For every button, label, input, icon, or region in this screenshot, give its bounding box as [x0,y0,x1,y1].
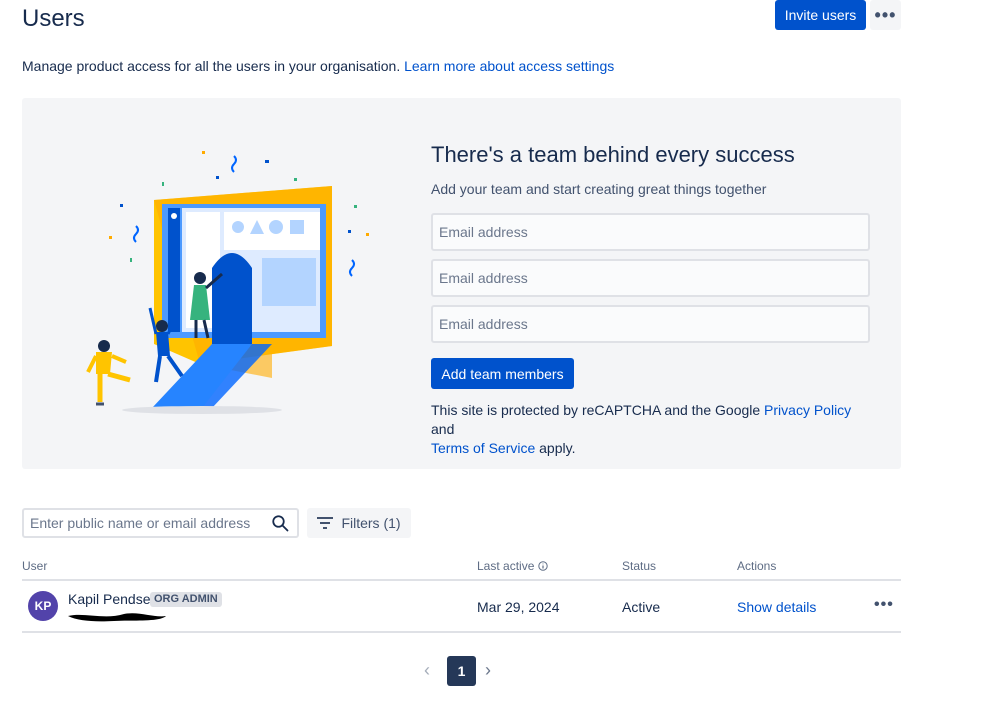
more-icon: ••• [874,4,897,25]
chevron-right-icon: › [485,660,491,680]
more-icon: ••• [874,596,894,613]
captcha-and: and [431,421,455,437]
pagination-page[interactable]: 1 [447,656,476,686]
privacy-policy-link[interactable]: Privacy Policy [764,402,851,418]
email-field-3[interactable] [431,305,870,343]
access-settings-link[interactable]: Learn more about access settings [404,58,614,74]
avatar: KP [28,591,58,621]
invite-description: Add your team and start creating great t… [431,181,767,197]
last-active-cell: Mar 29, 2024 [477,599,560,615]
page-title: Users [22,5,85,32]
team-illustration [86,151,369,414]
status-cell: Active [622,599,661,615]
column-header-user: User [22,559,48,573]
filters-label: Filters (1) [341,515,401,531]
column-header-last-active: Last active [477,559,548,573]
row-divider [22,631,901,633]
email-field-2[interactable] [431,259,870,297]
captcha-suffix: apply. [535,440,576,456]
pagination-prev[interactable]: ‹ [424,660,430,681]
column-header-actions: Actions [737,559,777,573]
column-last-active-label: Last active [477,559,535,573]
column-header-status: Status [622,559,657,573]
email-field-1[interactable] [431,213,870,251]
filter-icon [317,517,334,529]
invite-heading: There's a team behind every success [431,142,795,167]
info-icon[interactable] [538,561,548,571]
filters-button[interactable]: Filters (1) [307,508,411,538]
captcha-notice: This site is protected by reCAPTCHA and … [431,401,871,458]
add-team-members-button[interactable]: Add team members [431,358,574,389]
page-description: Manage product access for all the users … [22,58,614,74]
more-options-button[interactable]: ••• [870,0,901,30]
row-more-button[interactable]: ••• [874,596,894,614]
search-input[interactable] [30,510,260,536]
user-search [22,508,299,538]
chevron-left-icon: ‹ [424,660,430,680]
captcha-text: This site is protected by reCAPTCHA and … [431,402,765,418]
show-details-link[interactable]: Show details [737,599,816,615]
terms-of-service-link[interactable]: Terms of Service [431,440,535,456]
redacted-email [68,613,166,622]
user-name: Kapil Pendse [68,591,151,607]
header-divider [22,579,901,581]
invite-users-button[interactable]: Invite users [775,0,866,30]
description-text: Manage product access for all the users … [22,58,405,74]
search-icon[interactable] [271,514,289,532]
org-admin-badge: ORG ADMIN [150,592,222,607]
pagination-next[interactable]: › [485,660,491,681]
